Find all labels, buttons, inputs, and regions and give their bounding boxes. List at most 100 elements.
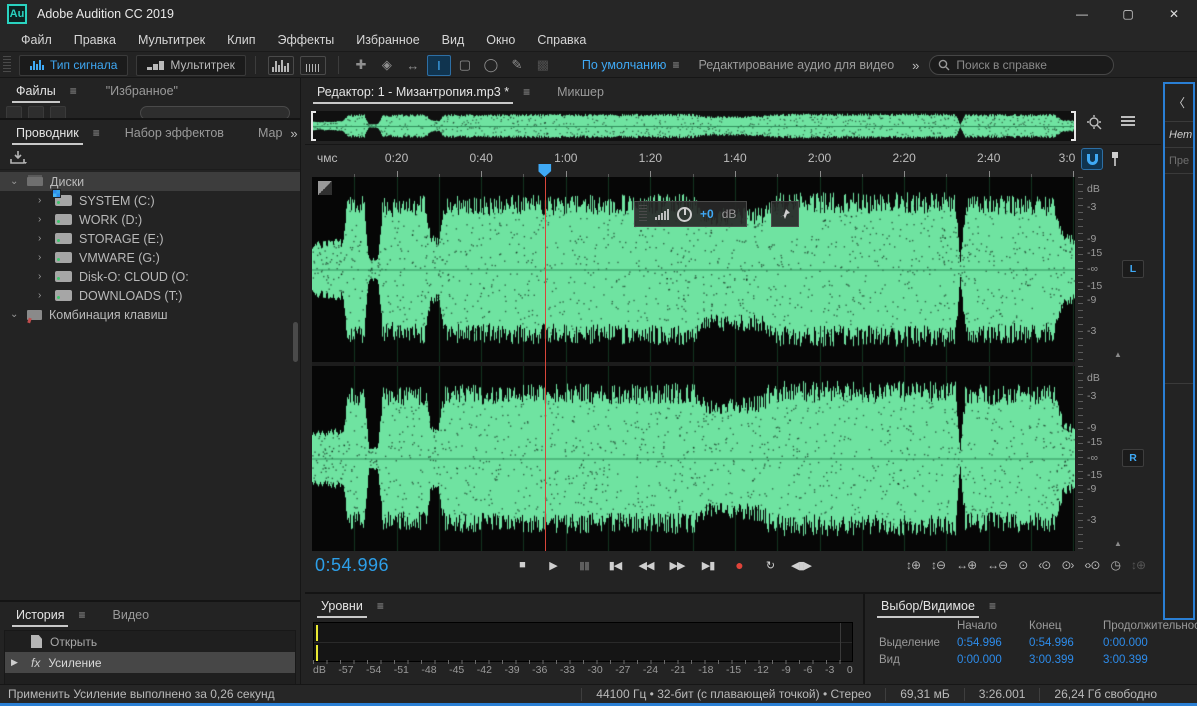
slip-tool[interactable]: ◈ <box>375 55 399 76</box>
menu-item-Вид[interactable]: Вид <box>431 30 476 50</box>
toolbar-grip[interactable] <box>3 56 11 74</box>
maximize-button[interactable]: ▢ <box>1105 0 1151 28</box>
record-button[interactable]: ● <box>727 554 751 576</box>
gain-hud[interactable]: +0 dB <box>634 201 747 227</box>
channel-left-badge[interactable]: L <box>1122 260 1144 278</box>
marquee-selection-tool[interactable]: ▢ <box>453 55 477 76</box>
expand-arrow-icon[interactable]: › <box>38 290 48 301</box>
waveform-view-icon[interactable] <box>268 56 294 75</box>
history-item-amplify[interactable]: ▶ fx Усиление <box>5 652 295 673</box>
snap-toggle-button[interactable] <box>1081 148 1103 170</box>
expand-arrow-icon[interactable]: › <box>38 214 48 225</box>
tab-mixer[interactable]: Микшер <box>549 81 612 104</box>
timeline-ruler[interactable]: чмс 0:200:401:001:201:402:002:202:403:0 <box>312 145 1075 178</box>
channel-right-badge[interactable]: R <box>1122 449 1144 467</box>
tree-node-drive[interactable]: ›STORAGE (E:) <box>0 229 300 248</box>
waveform-channel-right[interactable] <box>312 366 1075 551</box>
zoom-to-in-point-button[interactable]: ‹⊙ <box>1038 558 1050 572</box>
spectral-view-icon[interactable] <box>300 56 326 75</box>
tab-video[interactable]: Видео <box>105 604 158 627</box>
hud-grip[interactable] <box>639 205 647 223</box>
tree-node-drives[interactable]: ⌄ Диски <box>0 172 300 191</box>
amplitude-scale-column[interactable]: dB-3-9-15-∞-15-9-3L▲dB-3-9-15-∞-15-9-3R▲ <box>1078 177 1161 551</box>
files-panel-menu-icon[interactable]: ≡ <box>70 84 76 98</box>
tree-node-drive[interactable]: ›DOWNLOADS (T:) <box>0 286 300 305</box>
selection-value[interactable]: 0:00.000 <box>957 654 1029 666</box>
search-input[interactable] <box>956 58 1096 72</box>
tab-files[interactable]: Файлы <box>8 80 64 103</box>
selection-value[interactable]: 0:00.000 <box>1103 637 1197 649</box>
menu-item-Мультитрек[interactable]: Мультитрек <box>127 30 216 50</box>
skip-to-end-button[interactable]: ▶▮ <box>696 554 720 576</box>
levels-panel-menu-icon[interactable]: ≡ <box>377 599 383 613</box>
workspace-menu-icon[interactable]: ≡ <box>672 58 678 72</box>
menu-item-Справка[interactable]: Справка <box>526 30 597 50</box>
editor-corner-grip[interactable] <box>318 181 332 195</box>
history-panel-menu-icon[interactable]: ≡ <box>78 608 84 622</box>
zoom-out-horizontal-button[interactable]: ↔⊖ <box>987 558 1007 572</box>
paintbrush-tool[interactable]: ✎ <box>505 55 529 76</box>
selection-value[interactable]: 0:54.996 <box>1029 637 1103 649</box>
expand-arrow-icon[interactable]: › <box>38 195 48 206</box>
waveform-mode-button[interactable]: Тип сигнала <box>19 55 128 76</box>
tab-explorer[interactable]: Проводник <box>8 122 87 145</box>
tab-favorites[interactable]: "Избранное" <box>98 80 186 103</box>
fast-forward-button[interactable]: ▶▶ <box>665 554 689 576</box>
workspace-overflow-icon[interactable]: » <box>912 58 917 73</box>
menu-item-Правка[interactable]: Правка <box>63 30 127 50</box>
expand-arrow-icon[interactable]: › <box>38 233 48 244</box>
playhead-handle[interactable] <box>538 164 551 177</box>
multitrack-mode-button[interactable]: Мультитрек <box>136 55 245 76</box>
editor-panel-menu-icon[interactable]: ≡ <box>523 85 529 99</box>
selection-value[interactable]: 3:00.399 <box>1103 654 1197 666</box>
zoom-to-out-point-button[interactable]: ⊙› <box>1061 558 1073 572</box>
scale-scroll-arrow-icon[interactable]: ▲ <box>1114 539 1122 548</box>
zoom-out-vertical-button[interactable]: ↕⊖ <box>931 558 945 572</box>
workspace-active-label[interactable]: По умолчанию <box>582 58 667 72</box>
import-download-icon[interactable] <box>10 150 28 165</box>
expand-arrow-icon[interactable]: › <box>38 252 48 263</box>
history-item-open[interactable]: Открыть <box>5 631 295 652</box>
expand-arrow-icon[interactable]: › <box>38 271 48 282</box>
skip-to-start-button[interactable]: ▮◀ <box>603 554 627 576</box>
stop-button[interactable]: ■ <box>510 554 534 576</box>
close-button[interactable]: ✕ <box>1151 0 1197 28</box>
tab-editor[interactable]: Редактор: 1 - Мизантропия.mp3 * <box>309 81 517 104</box>
hud-gain-value[interactable]: +0 <box>700 207 714 221</box>
workspace-secondary-label[interactable]: Редактирование аудио для видео <box>698 58 894 72</box>
panel-list-icon[interactable] <box>1119 114 1137 130</box>
explorer-panel-menu-icon[interactable]: ≡ <box>93 126 99 140</box>
menu-item-Окно[interactable]: Окно <box>475 30 526 50</box>
waveform-overview[interactable] <box>312 111 1075 141</box>
collapsed-right-panel[interactable]: 〈 Нет Пре <box>1163 82 1195 620</box>
ibeam-tool[interactable]: I <box>427 55 451 76</box>
tree-node-drive[interactable]: ›SYSTEM (C:) <box>0 191 300 210</box>
menu-item-Эффекты[interactable]: Эффекты <box>266 30 345 50</box>
tree-node-drive[interactable]: ›VMWARE (G:) <box>0 248 300 267</box>
menu-item-Клип[interactable]: Клип <box>216 30 266 50</box>
panel-collapse-icon[interactable]: 〈 <box>1165 84 1193 122</box>
explorer-tabs-overflow-icon[interactable]: » <box>290 126 295 141</box>
loop-playback-button[interactable]: ↻ <box>758 554 782 576</box>
collapse-arrow-icon[interactable]: ⌄ <box>10 176 20 187</box>
move-tool[interactable]: ✚ <box>349 55 373 76</box>
zoom-in-horizontal-button[interactable]: ↔⊕ <box>956 558 976 572</box>
tab-effects-rack[interactable]: Набор эффектов <box>117 122 232 145</box>
vertical-zoom-button[interactable]: ↕⊕ <box>1131 558 1145 572</box>
playhead-line[interactable] <box>545 177 546 551</box>
timer-button[interactable]: ◷ <box>1110 558 1119 572</box>
tab-history[interactable]: История <box>8 604 72 627</box>
gain-knob-icon[interactable] <box>677 207 692 222</box>
zoom-reset-button[interactable]: ⊙ <box>1018 558 1027 572</box>
waveform-display[interactable]: +0 dB <box>312 177 1075 551</box>
overview-range-handle-left[interactable] <box>311 111 316 141</box>
scale-scroll-arrow-icon[interactable]: ▲ <box>1114 350 1122 359</box>
tree-node-drive[interactable]: ›Disk-O: CLOUD (O: <box>0 267 300 286</box>
collapse-arrow-icon[interactable]: ⌄ <box>10 309 20 320</box>
rewind-button[interactable]: ◀◀ <box>634 554 658 576</box>
tab-levels[interactable]: Уровни <box>313 595 371 618</box>
tree-node-drive[interactable]: ›WORK (D:) <box>0 210 300 229</box>
zoom-in-vertical-button[interactable]: ↕⊕ <box>906 558 920 572</box>
zoom-to-selection-button[interactable]: ‹›⊙ <box>1084 558 1099 572</box>
overview-range-handle-right[interactable] <box>1071 111 1076 141</box>
